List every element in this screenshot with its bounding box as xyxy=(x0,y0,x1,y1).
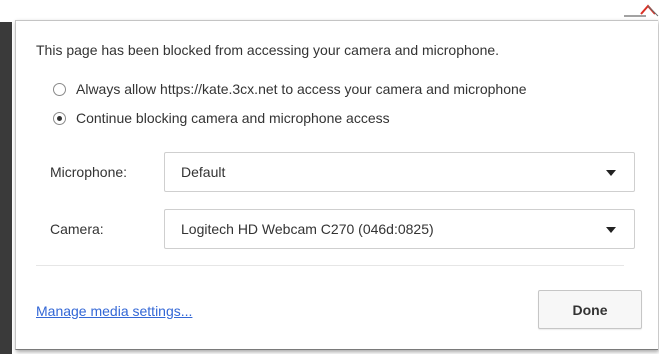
microphone-select[interactable]: Default xyxy=(164,152,635,192)
manage-media-settings-link[interactable]: Manage media settings... xyxy=(36,303,192,319)
camera-select[interactable]: Logitech HD Webcam C270 (046d:0825) xyxy=(164,209,635,249)
option-continue-blocking[interactable]: Continue blocking camera and microphone … xyxy=(53,110,390,126)
media-permission-bubble: This page has been blocked from accessin… xyxy=(15,20,658,350)
chevron-down-icon xyxy=(606,227,616,233)
page: This page has been blocked from accessin… xyxy=(0,0,659,354)
camera-label: Camera: xyxy=(50,221,104,237)
radio-always-allow[interactable] xyxy=(53,82,66,96)
window-edge xyxy=(0,22,12,354)
option-always-allow[interactable]: Always allow https://kate.3cx.net to acc… xyxy=(53,81,527,97)
camera-blocked-indicator-icon xyxy=(624,4,659,17)
option-continue-blocking-label: Continue blocking camera and microphone … xyxy=(76,110,390,126)
microphone-select-value: Default xyxy=(181,164,226,180)
divider xyxy=(36,265,624,266)
option-always-allow-label: Always allow https://kate.3cx.net to acc… xyxy=(76,81,527,97)
done-button[interactable]: Done xyxy=(538,290,642,329)
camera-select-value: Logitech HD Webcam C270 (046d:0825) xyxy=(181,221,434,237)
radio-continue-blocking[interactable] xyxy=(53,111,66,125)
blocked-message: This page has been blocked from accessin… xyxy=(36,42,500,58)
chevron-down-icon xyxy=(606,170,616,176)
microphone-label: Microphone: xyxy=(50,164,128,180)
